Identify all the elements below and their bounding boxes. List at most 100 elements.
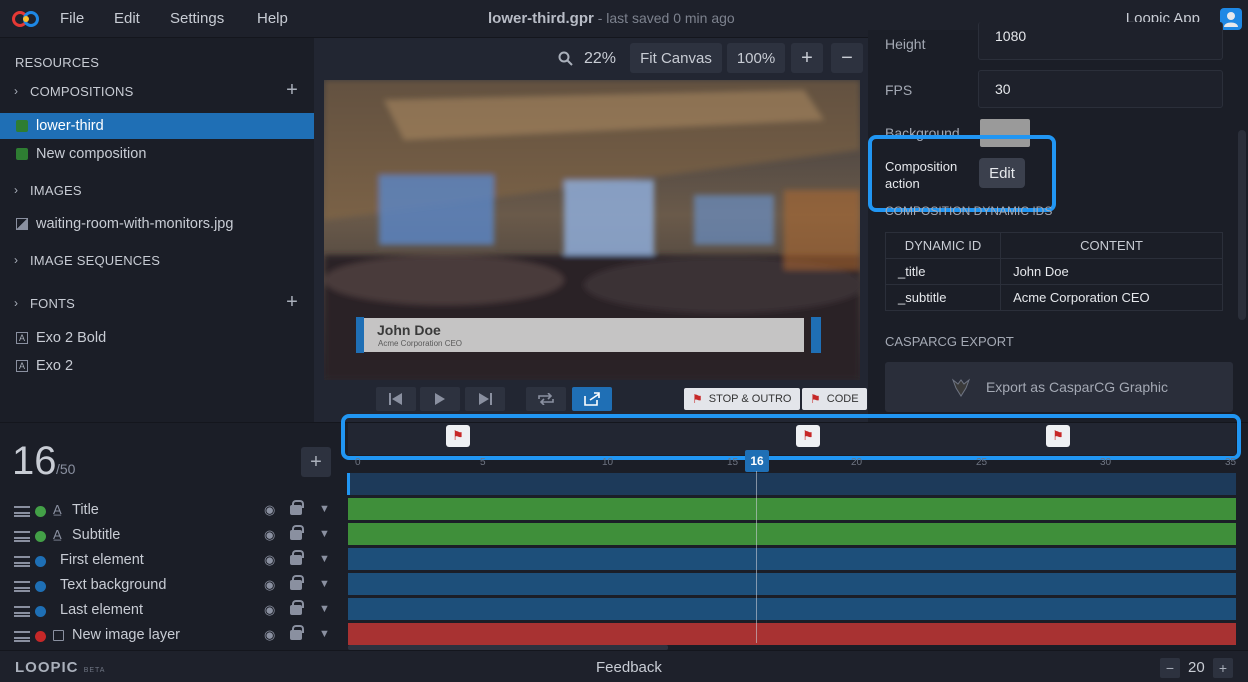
content-cell[interactable]: John Doe xyxy=(1000,258,1223,285)
lock-icon[interactable] xyxy=(290,550,304,565)
share-icon xyxy=(584,392,600,406)
drag-handle-icon[interactable] xyxy=(14,506,30,517)
skip-forward-button[interactable] xyxy=(465,387,505,411)
track-first-element[interactable] xyxy=(348,548,1236,570)
chevron-down-icon[interactable]: ▼ xyxy=(319,528,330,540)
layer-row-image[interactable]: New image layer ◉ ▼ xyxy=(0,624,340,649)
marker-flag-icon[interactable]: ⚑ xyxy=(796,425,820,447)
font-item[interactable]: A Exo 2 xyxy=(0,353,314,379)
eye-icon[interactable]: ◉ xyxy=(264,527,275,543)
lower-third-right-bar xyxy=(811,317,821,353)
layer-color-dot xyxy=(35,506,46,517)
lower-third-name: John Doe xyxy=(377,322,441,338)
lock-icon[interactable] xyxy=(290,600,304,615)
image-sequences-section[interactable]: › IMAGE SEQUENCES xyxy=(0,247,314,273)
layer-row-last-element[interactable]: Last element ◉ ▼ xyxy=(0,599,340,624)
layer-row-title[interactable]: A̲ Title ◉ ▼ xyxy=(0,499,340,524)
marker-flag-icon[interactable]: ⚑ xyxy=(446,425,470,447)
composition-icon xyxy=(16,120,28,132)
track-image[interactable] xyxy=(348,623,1236,645)
file-name: lower-third.gpr xyxy=(488,10,594,27)
table-row[interactable]: _title John Doe xyxy=(884,258,1223,285)
zoom-in-button[interactable]: + xyxy=(791,43,823,73)
lower-third-left-bar xyxy=(356,317,364,353)
properties-panel: Height 1080 FPS 30 Background Compositio… xyxy=(868,22,1248,422)
composition-item[interactable]: lower-third xyxy=(0,113,314,139)
drag-handle-icon[interactable] xyxy=(14,631,30,642)
lock-icon[interactable] xyxy=(290,625,304,640)
fonts-section[interactable]: › FONTS + xyxy=(0,290,314,316)
fit-canvas-button[interactable]: Fit Canvas xyxy=(630,43,722,73)
drag-handle-icon[interactable] xyxy=(14,606,30,617)
chevron-down-icon[interactable]: ▼ xyxy=(319,503,330,515)
add-font-button[interactable]: + xyxy=(286,291,298,314)
user-avatar[interactable] xyxy=(1220,8,1242,30)
eye-icon[interactable]: ◉ xyxy=(264,602,275,618)
drag-handle-icon[interactable] xyxy=(14,531,30,542)
lock-icon[interactable] xyxy=(290,500,304,515)
eye-icon[interactable]: ◉ xyxy=(264,627,275,643)
stop-outro-button[interactable]: ⚑ STOP & OUTRO xyxy=(684,388,800,410)
composition-canvas[interactable]: John Doe Acme Corporation CEO xyxy=(324,80,860,380)
track-title[interactable] xyxy=(348,498,1236,520)
timeline-zoom-out-button[interactable]: − xyxy=(1160,658,1180,678)
ruler-tick: 25 xyxy=(976,457,988,468)
layer-row-text-background[interactable]: Text background ◉ ▼ xyxy=(0,574,340,599)
layer-row-subtitle[interactable]: A̲ Subtitle ◉ ▼ xyxy=(0,524,340,549)
table-row[interactable]: _subtitle Acme Corporation CEO xyxy=(884,284,1223,311)
track-subtitle[interactable] xyxy=(348,523,1236,545)
drag-handle-icon[interactable] xyxy=(14,556,30,567)
edit-composition-action-button[interactable]: Edit xyxy=(979,158,1025,188)
menu-file[interactable]: File xyxy=(60,10,84,27)
preview-panel: 22% Fit Canvas 100% + − John Doe Acme Co… xyxy=(314,38,868,422)
chevron-down-icon[interactable]: ▼ xyxy=(319,603,330,615)
lock-icon[interactable] xyxy=(290,575,304,590)
work-area-start-handle[interactable] xyxy=(347,473,350,495)
skip-back-button[interactable] xyxy=(376,387,416,411)
chevron-down-icon[interactable]: ▼ xyxy=(319,553,330,565)
loop-button[interactable] xyxy=(526,387,566,411)
add-composition-button[interactable]: + xyxy=(286,79,298,102)
height-input[interactable]: 1080 xyxy=(978,22,1223,60)
compositions-section[interactable]: › COMPOSITIONS + xyxy=(0,78,314,104)
drag-handle-icon[interactable] xyxy=(14,581,30,592)
export-frame-button[interactable] xyxy=(572,387,612,411)
search-icon xyxy=(558,51,573,66)
fps-input[interactable]: 30 xyxy=(978,70,1223,108)
image-item[interactable]: waiting-room-with-monitors.jpg xyxy=(0,211,314,237)
chevron-down-icon[interactable]: ▼ xyxy=(319,628,330,640)
add-layer-button[interactable]: + xyxy=(301,447,331,477)
content-cell[interactable]: Acme Corporation CEO xyxy=(1000,284,1223,311)
eye-icon[interactable]: ◉ xyxy=(264,577,275,593)
feedback-link[interactable]: Feedback xyxy=(596,659,662,676)
dynamic-id-cell: _title xyxy=(884,258,1002,285)
menu-help[interactable]: Help xyxy=(257,10,288,27)
export-casparcg-button[interactable]: Export as CasparCG Graphic xyxy=(885,362,1233,412)
eye-icon[interactable]: ◉ xyxy=(264,502,275,518)
flag-icon: ⚑ xyxy=(692,392,703,406)
track-text-background[interactable] xyxy=(348,573,1236,595)
chevron-right-icon: › xyxy=(14,84,19,98)
lock-icon[interactable] xyxy=(290,525,304,540)
marker-flag-icon[interactable]: ⚑ xyxy=(1046,425,1070,447)
composition-item[interactable]: New composition xyxy=(0,141,314,167)
composition-track[interactable] xyxy=(348,473,1236,495)
images-section[interactable]: › IMAGES xyxy=(0,177,314,203)
font-icon: A xyxy=(16,332,28,344)
properties-scrollbar[interactable] xyxy=(1238,130,1246,320)
menu-edit[interactable]: Edit xyxy=(114,10,140,27)
font-icon: A xyxy=(16,360,28,372)
chevron-down-icon[interactable]: ▼ xyxy=(319,578,330,590)
timeline-zoom-in-button[interactable]: + xyxy=(1213,658,1233,678)
track-last-element[interactable] xyxy=(348,598,1236,620)
eye-icon[interactable]: ◉ xyxy=(264,552,275,568)
zoom-out-button[interactable]: − xyxy=(831,43,863,73)
play-button[interactable] xyxy=(420,387,460,411)
playhead-handle[interactable]: 16 xyxy=(745,450,769,472)
code-button[interactable]: ⚑ CODE xyxy=(802,388,867,410)
dynamic-ids-heading: COMPOSITION DYNAMIC IDS xyxy=(885,204,1053,218)
menu-settings[interactable]: Settings xyxy=(170,10,224,27)
font-item[interactable]: A Exo 2 Bold xyxy=(0,325,314,351)
layer-row-first-element[interactable]: First element ◉ ▼ xyxy=(0,549,340,574)
zoom-100-button[interactable]: 100% xyxy=(727,43,785,73)
